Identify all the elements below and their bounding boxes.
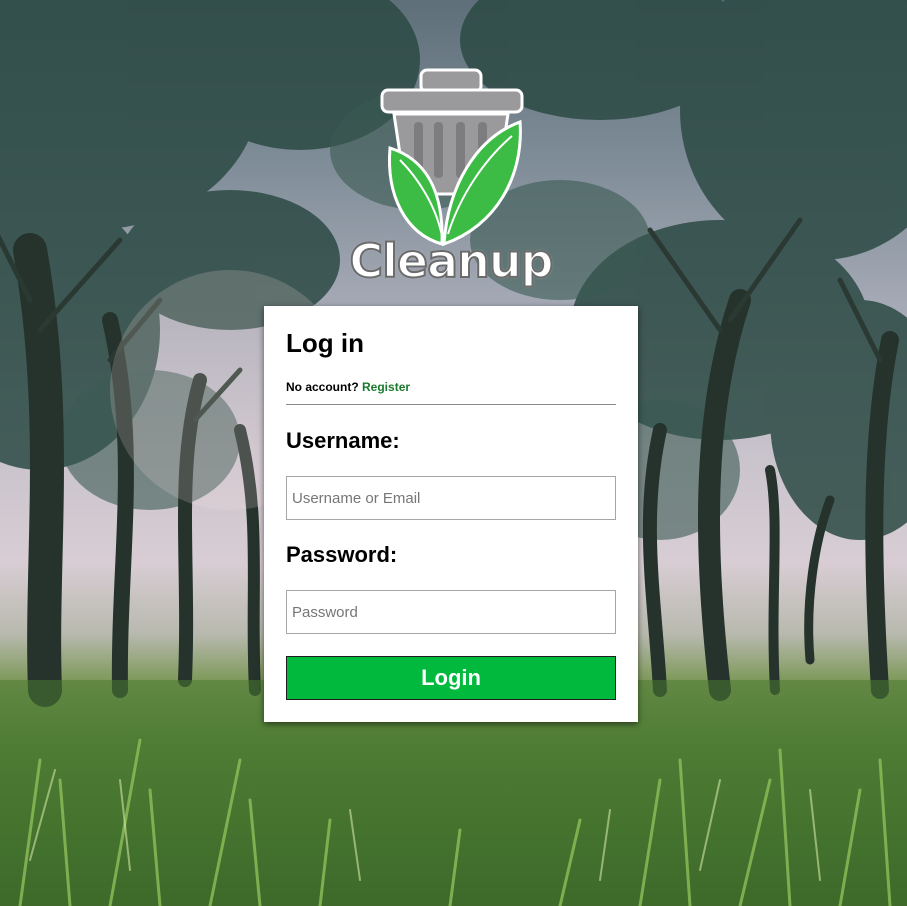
password-label: Password: — [286, 542, 398, 567]
login-card: Log in No account? Register Username: Pa… — [264, 306, 638, 722]
login-button[interactable]: Login — [286, 656, 616, 700]
cleanup-logo: Cleanup — [336, 66, 566, 298]
trash-bin-leaf-icon — [380, 68, 524, 247]
register-link[interactable]: Register — [362, 380, 410, 394]
no-account-text: No account? — [286, 380, 359, 394]
register-prompt: No account? Register — [286, 380, 410, 394]
username-label: Username: — [286, 428, 400, 453]
password-input[interactable] — [286, 590, 616, 634]
divider — [286, 404, 616, 405]
logo-wordmark: Cleanup — [348, 233, 554, 289]
username-input[interactable] — [286, 476, 616, 520]
page-title: Log in — [286, 328, 364, 358]
